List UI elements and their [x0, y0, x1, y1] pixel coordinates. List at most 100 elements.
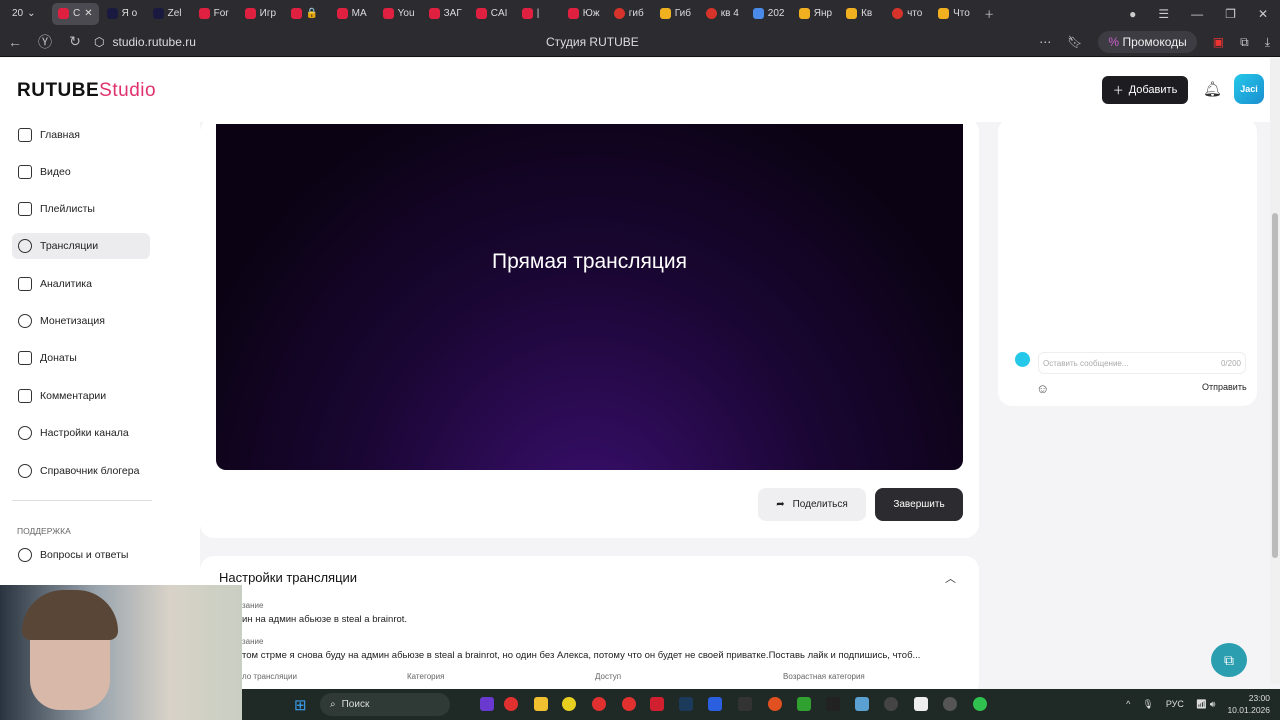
browser-tab[interactable]: Что	[932, 3, 976, 25]
bookmark-icon[interactable]: 🔖︎	[1067, 35, 1082, 49]
download-icon[interactable]: ⤓	[1265, 35, 1270, 50]
clock[interactable]: 23:00 10.01.2026	[1227, 692, 1270, 716]
field-label: ло трансляции	[242, 672, 297, 681]
app-icon[interactable]	[708, 697, 722, 711]
send-button[interactable]: Отправить	[1202, 382, 1247, 392]
sidebar-item-streams[interactable]: Трансляции	[12, 233, 150, 259]
minimize-button[interactable]: —	[1191, 7, 1203, 21]
tray-chevron-icon[interactable]: ^	[1126, 699, 1130, 709]
media-player-icon[interactable]	[943, 697, 957, 711]
youtube-favicon	[290, 8, 302, 19]
field-label: Категория	[407, 672, 445, 681]
epic-games-icon[interactable]	[738, 697, 752, 711]
yandex-app-icon[interactable]	[504, 697, 518, 711]
steam-icon[interactable]	[679, 697, 693, 711]
more-icon[interactable]: ⋯	[1039, 35, 1051, 49]
pdf-icon[interactable]: ▣	[1213, 35, 1224, 49]
sidebar-item-video[interactable]: Видео	[12, 159, 150, 185]
webcam-hair	[22, 590, 118, 640]
url-input[interactable]: studio.rutube.ru	[112, 35, 195, 49]
xbox-icon[interactable]	[797, 697, 811, 711]
sidebar-item-label: Комментарии	[40, 390, 107, 402]
sidebar-item-comments[interactable]: Комментарии	[12, 383, 150, 409]
yandex-icon[interactable]: Ⓨ	[30, 32, 60, 52]
browser-tab[interactable]: ЗАГ	[423, 3, 468, 25]
browser-tab[interactable]: кв 4	[700, 3, 745, 25]
mic-icon[interactable]: 🎙︎	[1142, 699, 1153, 710]
sidebar-item-blogger-guide[interactable]: Справочник блогера	[12, 458, 150, 484]
sidebar-item-donations[interactable]: Донаты	[12, 345, 150, 371]
rutube-studio-logo[interactable]: RUTUBEStudio	[17, 80, 156, 102]
browser-tab[interactable]: MA	[331, 3, 375, 25]
field-label: Доступ	[595, 672, 622, 681]
sidebar-item-channel-settings[interactable]: Настройки канала	[12, 420, 150, 446]
support-chat-button[interactable]: ⧉	[1211, 643, 1247, 677]
sidebar-item-playlists[interactable]: Плейлисты	[12, 196, 150, 222]
avatar[interactable]: Jaci	[1234, 74, 1264, 104]
browser-tab[interactable]: 202	[747, 3, 791, 25]
terminal-icon[interactable]	[826, 697, 840, 711]
extensions-icon[interactable]: ⧉	[1240, 35, 1249, 50]
tab-label: For	[213, 8, 229, 19]
close-button[interactable]: ✕	[1258, 7, 1268, 21]
profile-icon[interactable]: ●	[1129, 7, 1136, 21]
stream-preview[interactable]: Прямая трансляция	[216, 124, 963, 470]
wps-icon[interactable]	[650, 697, 664, 711]
wifi-volume-icon[interactable]: 📶︎ 🔊︎	[1196, 699, 1216, 710]
browser-tab[interactable]: Янр	[793, 3, 838, 25]
browser-tab[interactable]: Я о	[101, 3, 145, 25]
browser-tab[interactable]: |	[516, 3, 560, 25]
menu-icon[interactable]: ☰	[1158, 7, 1169, 21]
browser-tab[interactable]: Юж	[562, 3, 606, 25]
sidebar-item-faq[interactable]: Вопросы и ответы	[12, 542, 150, 568]
browser-tab[interactable]: Игр	[239, 3, 283, 25]
app-icon[interactable]	[562, 697, 576, 711]
whatsapp-icon[interactable]	[973, 697, 987, 711]
scrollbar[interactable]	[1270, 58, 1280, 684]
chevron-up-icon[interactable]: ︿	[945, 570, 956, 586]
browser-tab[interactable]: 🔒	[285, 3, 329, 25]
finish-stream-button[interactable]: Завершить	[875, 488, 963, 521]
add-button[interactable]: ＋ Добавить	[1102, 76, 1188, 104]
bell-icon[interactable]: 🔔︎	[1203, 80, 1222, 98]
sidebar-item-monetization[interactable]: Монетизация	[12, 308, 150, 334]
windows-start-icon[interactable]: ⊞	[294, 696, 307, 714]
app-icon[interactable]	[914, 697, 928, 711]
browser-tab[interactable]: You	[377, 3, 421, 25]
promo-button[interactable]: % Промокоды	[1098, 31, 1197, 53]
ea-icon[interactable]	[768, 697, 782, 711]
browser-tab[interactable]: CAI	[470, 3, 514, 25]
search-label: Поиск	[341, 699, 370, 710]
browser-tab[interactable]: что	[886, 3, 930, 25]
browser-tab[interactable]: For	[193, 3, 237, 25]
browser-tab[interactable]: гиб	[608, 3, 652, 25]
emoji-icon[interactable]: ☺	[1036, 381, 1049, 396]
image-favicon	[659, 8, 671, 19]
chat-input[interactable]: Оставить сообщение... 0/200	[1038, 352, 1246, 374]
yandex-browser-icon[interactable]	[622, 697, 636, 711]
scrollbar-thumb[interactable]	[1272, 213, 1278, 558]
notepad-icon[interactable]	[855, 697, 869, 711]
share-button[interactable]: ➦ Поделиться	[758, 488, 866, 521]
youtube-favicon	[382, 8, 394, 19]
tab-counter[interactable]: 20 ⌄	[6, 3, 50, 25]
logo-main: RUTUBE	[17, 80, 100, 101]
browser-tab[interactable]: Zel	[147, 3, 191, 25]
maximize-button[interactable]: ❐	[1225, 7, 1236, 21]
new-tab-button[interactable]: ＋	[978, 3, 1022, 25]
back-icon[interactable]: ←	[0, 34, 30, 50]
browser-tab[interactable]: Гиб	[654, 3, 698, 25]
taskbar-search[interactable]: ⌕ Поиск	[320, 693, 450, 716]
language-indicator[interactable]: РУС	[1166, 699, 1184, 709]
yandex-browser-icon[interactable]	[592, 697, 606, 711]
reload-icon[interactable]: ↻	[60, 33, 90, 50]
tab-label: Гиб	[674, 8, 691, 19]
browser-tab[interactable]: С ✕	[52, 2, 99, 25]
sidebar-item-home[interactable]: Главная	[12, 122, 150, 148]
sidebar-item-analytics[interactable]: Аналитика	[12, 271, 150, 297]
app-icon[interactable]	[884, 697, 898, 711]
folder-icon[interactable]	[534, 697, 548, 711]
tab-label: CAI	[490, 8, 508, 19]
browser-tab[interactable]: Кв	[840, 3, 884, 25]
app-icon[interactable]	[480, 697, 494, 711]
